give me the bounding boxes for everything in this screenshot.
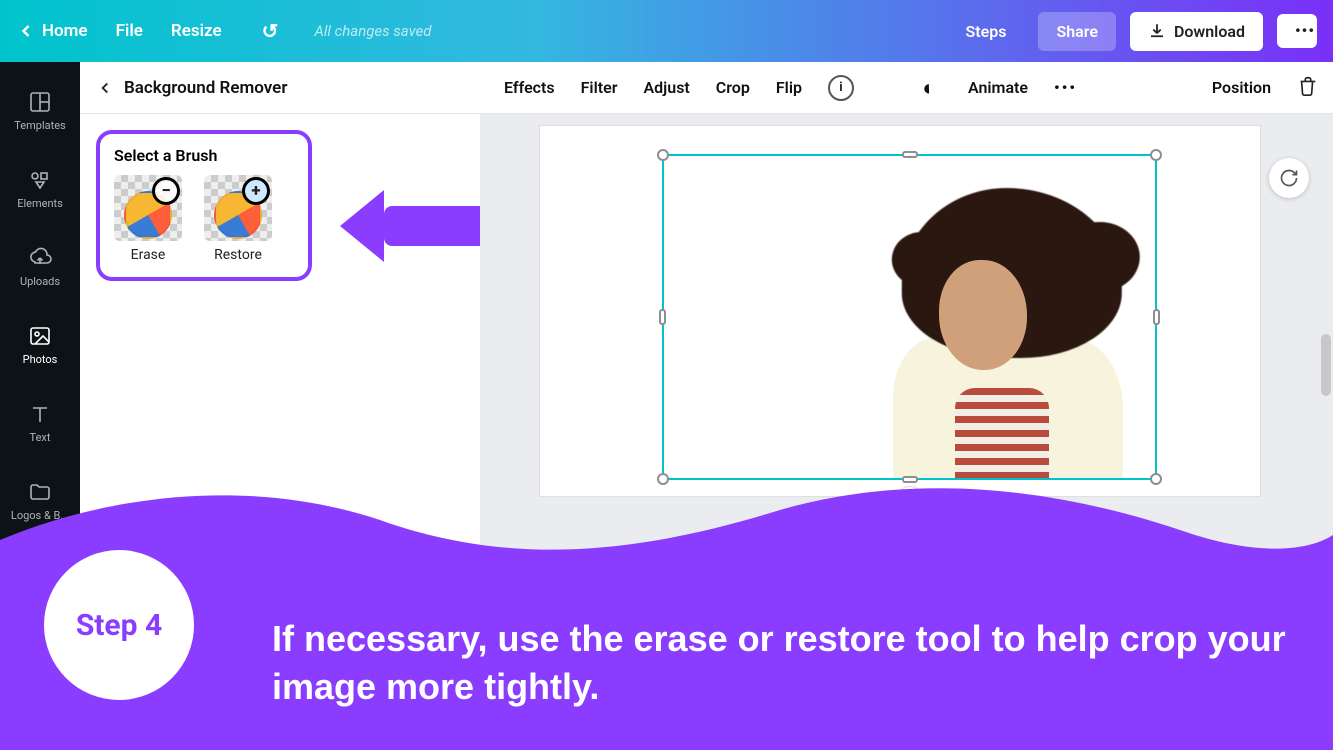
text-icon (28, 402, 52, 426)
rail-label: Uploads (20, 275, 60, 288)
info-icon[interactable]: i (828, 75, 854, 101)
context-toolbar: Background Remover Effects Filter Adjust… (80, 62, 1333, 114)
share-button[interactable]: Share (1038, 12, 1116, 51)
rail-uploads[interactable]: Uploads (0, 228, 80, 306)
rail-templates[interactable]: Templates (0, 72, 80, 150)
top-navbar: Home File Resize ↺ All changes saved Ste… (0, 0, 1333, 62)
file-menu[interactable]: File (116, 21, 143, 41)
trash-icon (1297, 75, 1319, 97)
refresh-plus-icon (1279, 168, 1299, 188)
templates-icon (28, 90, 52, 114)
rail-label: Photos (23, 353, 58, 366)
top-nav-left: Home File Resize ↺ All changes saved (16, 19, 431, 43)
home-link[interactable]: Home (16, 21, 88, 41)
selection-box[interactable]: ⟳ (662, 154, 1157, 480)
transparency-icon[interactable]: ◐ (916, 75, 942, 101)
resize-handle-left[interactable] (659, 309, 666, 325)
rail-label: Elements (17, 197, 63, 210)
back-chevron-icon (16, 21, 36, 41)
download-button[interactable]: Download (1130, 12, 1263, 51)
instruction-text: If necessary, use the erase or restore t… (272, 615, 1293, 712)
panel-title: Background Remover (124, 78, 287, 98)
rail-label: Templates (14, 119, 65, 132)
resize-handle-top[interactable] (902, 151, 918, 158)
rail-label: Text (30, 431, 51, 444)
context-more-button[interactable]: ••• (1054, 78, 1077, 97)
crop-button[interactable]: Crop (716, 78, 750, 97)
rail-text[interactable]: Text (0, 384, 80, 462)
more-menu-button[interactable]: ••• (1277, 14, 1317, 48)
design-page[interactable]: ⟳ (540, 126, 1260, 496)
restore-label: Restore (214, 247, 262, 263)
resize-handle-tr[interactable] (1150, 149, 1162, 161)
brush-title: Select a Brush (114, 146, 294, 165)
photo-subject (873, 178, 1133, 478)
uploads-icon (28, 246, 52, 270)
home-label: Home (42, 21, 88, 41)
animate-button[interactable]: Animate (968, 78, 1028, 97)
context-tools: Effects Filter Adjust Crop Flip i ◐ Anim… (480, 75, 1333, 101)
panel-back-header[interactable]: Background Remover (80, 78, 480, 98)
download-icon (1148, 22, 1166, 40)
restore-thumb: + (204, 175, 272, 241)
erase-thumb: − (114, 175, 182, 241)
undo-icon[interactable]: ↺ (262, 19, 279, 43)
effects-button[interactable]: Effects (504, 78, 555, 97)
elements-icon (28, 168, 52, 192)
adjust-button[interactable]: Adjust (643, 78, 689, 97)
vertical-scrollbar[interactable] (1321, 334, 1331, 396)
resize-handle-right[interactable] (1153, 309, 1160, 325)
chevron-left-icon (96, 79, 114, 97)
filter-button[interactable]: Filter (581, 78, 618, 97)
resize-handle-tl[interactable] (657, 149, 669, 161)
brush-selector-box: Select a Brush − Erase + Restore (96, 130, 312, 281)
photos-icon (28, 324, 52, 348)
erase-label: Erase (131, 247, 166, 263)
top-nav-right: Steps Share Download ••• (947, 12, 1317, 51)
delete-button[interactable] (1297, 75, 1319, 101)
flip-button[interactable]: Flip (776, 78, 802, 97)
step-badge: Step 4 (44, 550, 194, 700)
rail-elements[interactable]: Elements (0, 150, 80, 228)
download-label: Download (1174, 22, 1245, 41)
comment-fab[interactable] (1269, 158, 1309, 198)
save-status: All changes saved (314, 22, 431, 40)
steps-button[interactable]: Steps (947, 12, 1024, 51)
restore-brush[interactable]: + Restore (204, 175, 272, 263)
resize-menu[interactable]: Resize (171, 21, 222, 41)
rail-photos[interactable]: Photos (0, 306, 80, 384)
position-button[interactable]: Position (1212, 78, 1271, 97)
erase-brush[interactable]: − Erase (114, 175, 182, 263)
